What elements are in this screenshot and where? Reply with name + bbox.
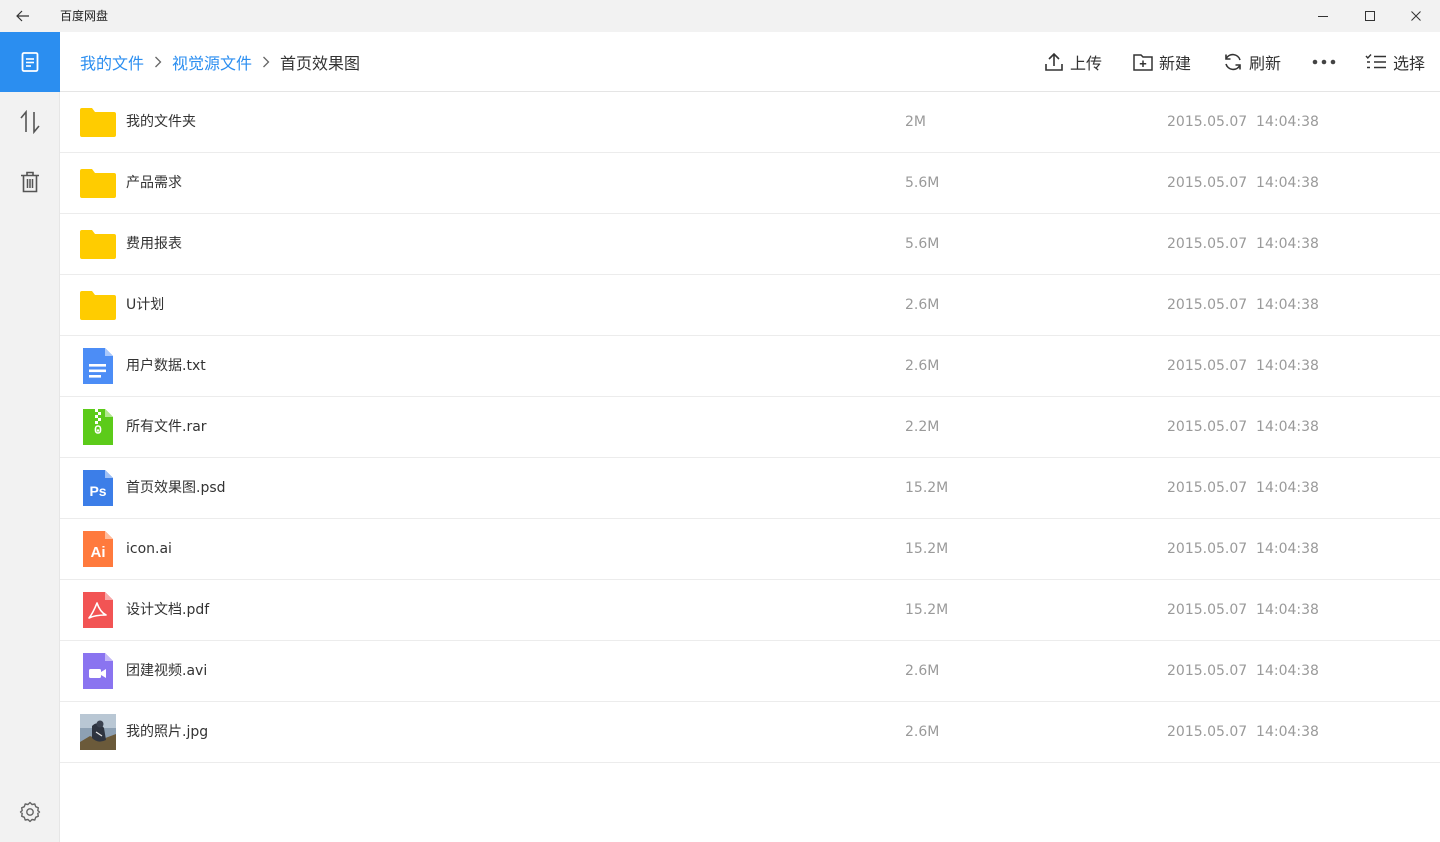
close-icon xyxy=(1411,11,1421,21)
breadcrumb-current: 首页效果图 xyxy=(280,54,361,73)
file-row[interactable]: 我的照片.jpg 2.6M 2015.05.07 14:04:38 xyxy=(60,702,1440,763)
new-folder-icon xyxy=(1133,54,1153,71)
app-title: 百度网盘 xyxy=(60,9,109,23)
file-size: 2.6M xyxy=(905,724,940,740)
file-name: 设计文档.pdf xyxy=(126,602,210,618)
file-name: 首页效果图.psd xyxy=(126,480,226,496)
file-name: 团建视频.avi xyxy=(126,663,208,679)
maximize-button[interactable] xyxy=(1347,0,1393,32)
folder-icon xyxy=(80,230,116,259)
file-date: 2015.05.07 14:04:38 xyxy=(1167,419,1319,435)
file-row[interactable]: 费用报表 5.6M 2015.05.07 14:04:38 xyxy=(60,214,1440,275)
file-date: 2015.05.07 14:04:38 xyxy=(1167,236,1319,252)
file-date: 2015.05.07 14:04:38 xyxy=(1167,358,1319,374)
select-label: 选择 xyxy=(1393,54,1426,73)
file-row[interactable]: Ai icon.ai 15.2M 2015.05.07 14:04:38 xyxy=(60,519,1440,580)
chevron-right-icon xyxy=(252,56,280,68)
close-button[interactable] xyxy=(1393,0,1439,32)
video-file-icon xyxy=(83,653,113,689)
breadcrumb-item-visual-source[interactable]: 视觉源文件 xyxy=(172,50,252,74)
file-size: 2.2M xyxy=(905,419,940,435)
upload-button[interactable]: 上传 xyxy=(1044,32,1102,92)
file-name: 我的照片.jpg xyxy=(126,724,209,740)
file-row[interactable]: 产品需求 5.6M 2015.05.07 14:04:38 xyxy=(60,153,1440,214)
refresh-button[interactable]: 刷新 xyxy=(1223,32,1281,92)
arrow-left-icon xyxy=(16,10,29,22)
trash-icon xyxy=(21,171,39,193)
file-date: 2015.05.07 14:04:38 xyxy=(1167,175,1319,191)
upload-icon xyxy=(1045,52,1063,71)
file-date: 2015.05.07 14:04:38 xyxy=(1167,297,1319,313)
file-row[interactable]: U计划 2.6M 2015.05.07 14:04:38 xyxy=(60,275,1440,336)
breadcrumb-item-my-files[interactable]: 我的文件 xyxy=(80,50,144,74)
sidebar-item-transfers[interactable] xyxy=(0,92,60,152)
more-button[interactable] xyxy=(1312,32,1342,92)
pdf-file-icon xyxy=(83,592,113,628)
file-size: 15.2M xyxy=(905,480,949,496)
file-name: 我的文件夹 xyxy=(126,114,196,130)
title-bar: 百度网盘 xyxy=(0,0,1440,32)
breadcrumb: 我的文件 视觉源文件 首页效果图 xyxy=(80,32,360,92)
file-name: 用户数据.txt xyxy=(126,358,206,374)
minimize-button[interactable] xyxy=(1300,0,1346,32)
svg-text:Ai: Ai xyxy=(91,544,106,561)
photoshop-file-icon: Ps xyxy=(83,470,113,506)
file-name: icon.ai xyxy=(126,541,172,557)
file-row[interactable]: 团建视频.avi 2.6M 2015.05.07 14:04:38 xyxy=(60,641,1440,702)
file-size: 5.6M xyxy=(905,175,940,191)
chevron-right-icon xyxy=(144,56,172,68)
minimize-icon xyxy=(1318,16,1328,17)
file-row[interactable]: 所有文件.rar 2.2M 2015.05.07 14:04:38 xyxy=(60,397,1440,458)
maximize-icon xyxy=(1365,11,1375,21)
new-button[interactable]: 新建 xyxy=(1133,32,1191,92)
file-row[interactable]: Ps 首页效果图.psd 15.2M 2015.05.07 14:04:38 xyxy=(60,458,1440,519)
file-size: 2.6M xyxy=(905,358,940,374)
back-button[interactable] xyxy=(0,0,46,32)
text-file-icon xyxy=(83,348,113,384)
upload-label: 上传 xyxy=(1070,54,1103,73)
file-name: 产品需求 xyxy=(126,175,182,191)
refresh-label: 刷新 xyxy=(1249,54,1282,73)
sidebar-item-trash[interactable] xyxy=(0,152,60,212)
file-date: 2015.05.07 14:04:38 xyxy=(1167,114,1319,130)
file-list: 我的文件夹 2M 2015.05.07 14:04:38 产品需求 5.6M 2… xyxy=(60,92,1440,763)
file-date: 2015.05.07 14:04:38 xyxy=(1167,602,1319,618)
file-size: 2.6M xyxy=(905,663,940,679)
file-size: 15.2M xyxy=(905,602,949,618)
settings-button[interactable] xyxy=(0,782,60,842)
archive-file-icon xyxy=(83,409,113,445)
document-icon xyxy=(21,52,39,72)
file-name: U计划 xyxy=(126,297,165,313)
folder-icon xyxy=(80,108,116,137)
select-button[interactable]: 选择 xyxy=(1365,32,1425,92)
file-size: 15.2M xyxy=(905,541,949,557)
file-date: 2015.05.07 14:04:38 xyxy=(1167,663,1319,679)
file-name: 费用报表 xyxy=(126,236,182,252)
image-thumbnail xyxy=(80,714,116,750)
new-label: 新建 xyxy=(1159,54,1192,73)
file-date: 2015.05.07 14:04:38 xyxy=(1167,724,1319,740)
illustrator-file-icon: Ai xyxy=(83,531,113,567)
file-size: 2.6M xyxy=(905,297,940,313)
transfer-arrows-icon xyxy=(20,110,40,134)
header: 我的文件 视觉源文件 首页效果图 上传 新建 刷新 选择 xyxy=(60,32,1440,92)
gear-icon xyxy=(19,801,41,823)
file-row[interactable]: 设计文档.pdf 15.2M 2015.05.07 14:04:38 xyxy=(60,580,1440,641)
file-date: 2015.05.07 14:04:38 xyxy=(1167,480,1319,496)
sidebar-item-files[interactable] xyxy=(0,32,60,92)
svg-text:Ps: Ps xyxy=(89,483,106,499)
file-date: 2015.05.07 14:04:38 xyxy=(1167,541,1319,557)
file-row[interactable]: 用户数据.txt 2.6M 2015.05.07 14:04:38 xyxy=(60,336,1440,397)
checklist-icon xyxy=(1365,54,1386,69)
refresh-icon xyxy=(1225,53,1241,71)
file-row[interactable]: 我的文件夹 2M 2015.05.07 14:04:38 xyxy=(60,92,1440,153)
file-size: 5.6M xyxy=(905,236,940,252)
folder-icon xyxy=(80,291,116,320)
file-name: 所有文件.rar xyxy=(126,419,207,435)
folder-icon xyxy=(80,169,116,198)
sidebar xyxy=(0,32,60,842)
file-size: 2M xyxy=(905,114,926,130)
more-dots-icon xyxy=(1312,59,1336,65)
